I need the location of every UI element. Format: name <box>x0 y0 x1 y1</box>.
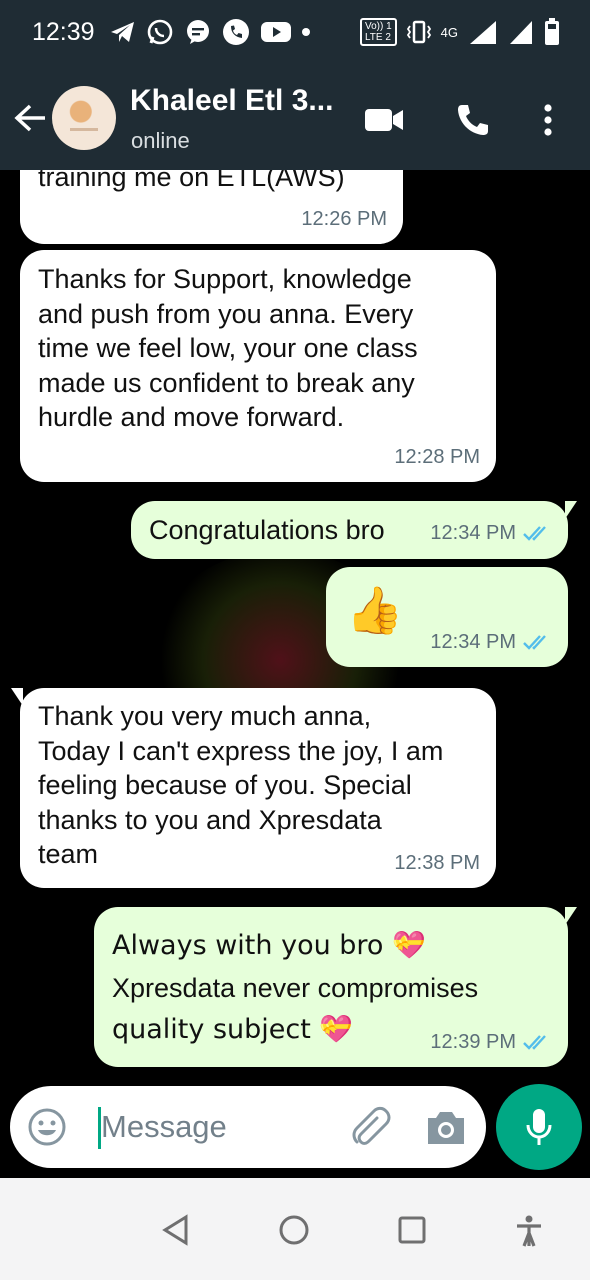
message-bubble-outgoing[interactable]: Always with you bro 💝 Xpresdata never co… <box>94 907 577 1067</box>
back-button[interactable] <box>12 98 48 138</box>
message-bubble-incoming[interactable]: Thank you very much anna, Today I can't … <box>11 688 496 888</box>
message-line: feeling because of you. Special <box>38 770 412 800</box>
message-time: 12:34 PM <box>430 625 552 660</box>
signal-icon-2 <box>510 21 532 44</box>
read-ticks-icon <box>523 1034 546 1050</box>
message-time-label: 12:34 PM <box>430 521 516 544</box>
message-text: 👍 <box>346 583 403 637</box>
more-options-button[interactable] <box>530 98 566 142</box>
dot-icon <box>302 28 310 36</box>
message-composer <box>10 1086 486 1168</box>
telegram-icon <box>111 22 134 42</box>
recents-square-icon <box>398 1216 426 1244</box>
back-triangle-icon <box>162 1214 188 1246</box>
chat-icon <box>187 20 209 44</box>
message-text: Thank you very much anna, Today I can't … <box>38 699 443 872</box>
message-time-label: 12:38 PM <box>394 851 480 874</box>
message-time: 12:34 PM <box>430 516 552 551</box>
vibrate-icon <box>406 20 431 44</box>
phone-call-icon <box>458 105 488 135</box>
system-nav-bar <box>0 1178 590 1280</box>
emoji-button[interactable] <box>27 1107 67 1147</box>
camera-icon <box>428 1112 464 1144</box>
message-line: Thanks for Support, knowledge <box>38 264 412 294</box>
more-vert-icon <box>544 104 552 136</box>
message-time: 12:38 PM <box>394 846 480 881</box>
bubble-tail <box>565 501 577 519</box>
message-bubble-outgoing[interactable]: 👍 12:34 PM <box>326 567 568 667</box>
video-call-icon <box>365 109 403 131</box>
volte-line2: LTE 2 <box>364 32 391 43</box>
bubble-tail <box>11 688 23 706</box>
message-input[interactable] <box>101 1105 321 1149</box>
message-line: made us confident to break any <box>38 367 415 398</box>
thumbs-up-emoji: 👍 <box>346 583 404 637</box>
message-line: thanks to you and Xpresdata <box>38 804 382 835</box>
message-text: Congratulations bro <box>149 513 385 548</box>
volte-icon: Vo)) 1 LTE 2 <box>359 18 397 46</box>
status-time: 12:39 <box>32 18 95 46</box>
accessibility-icon <box>517 1215 541 1247</box>
message-line: Thank you very much anna, <box>38 701 372 731</box>
message-time-label: 12:34 PM <box>430 630 516 653</box>
whatsapp-icon <box>147 19 173 45</box>
message-line: team <box>38 839 99 869</box>
contact-status: online <box>131 128 190 153</box>
message-time-label: 12:26 PM <box>301 207 387 230</box>
signal-icon <box>470 21 496 44</box>
read-ticks-icon <box>523 525 546 541</box>
message-line: Congratulations bro <box>149 515 385 545</box>
nav-back-button[interactable] <box>158 1212 194 1248</box>
message-line: time we feel low, your one class <box>38 333 418 363</box>
volte-line1: Vo)) 1 <box>364 21 392 32</box>
chat-header: Khaleel Etl 3... online <box>0 68 590 170</box>
attach-icon <box>352 1106 391 1145</box>
bubble-tail <box>565 907 577 925</box>
message-line: Always with you bro 💝 <box>112 930 426 961</box>
home-circle-icon <box>279 1215 309 1245</box>
voice-call-button[interactable] <box>452 98 494 142</box>
message-bubble-incoming[interactable]: Thanks for Support, knowledge and push f… <box>20 250 496 482</box>
message-time: 12:28 PM <box>394 440 480 475</box>
message-line: training me on ETL(AWS) <box>38 170 345 192</box>
youtube-icon <box>261 22 291 42</box>
system-icons: Vo)) 1 LTE 2 4G <box>359 18 560 46</box>
message-text: Always with you bro 💝 Xpresdata never co… <box>112 925 478 1051</box>
back-arrow-icon <box>14 104 45 132</box>
emoji-icon <box>28 1108 66 1146</box>
message-time-label: 12:28 PM <box>394 445 480 468</box>
chat-area[interactable]: training me on ETL(AWS) 12:26 PM Thanks … <box>0 170 590 1178</box>
nav-home-button[interactable] <box>276 1212 312 1248</box>
video-call-button[interactable] <box>362 98 406 142</box>
message-time-label: 12:39 PM <box>430 1030 516 1053</box>
message-line: Xpresdata never compromises <box>112 973 479 1003</box>
message-time: 12:26 PM <box>301 202 387 237</box>
nav-recents-button[interactable] <box>394 1212 430 1248</box>
battery-icon <box>545 18 559 45</box>
contact-name[interactable]: Khaleel Etl 3... <box>130 84 333 118</box>
read-ticks-icon <box>523 634 546 650</box>
message-time: 12:39 PM <box>430 1025 552 1060</box>
status-bar: 12:39 Vo)) 1 LTE 2 4G <box>0 0 590 68</box>
message-bubble-incoming[interactable]: training me on ETL(AWS) 12:26 PM <box>20 170 403 244</box>
mic-icon <box>526 1109 552 1145</box>
mic-button[interactable] <box>496 1084 582 1170</box>
attach-button[interactable] <box>348 1105 392 1149</box>
message-bubble-outgoing[interactable]: Congratulations bro 12:34 PM <box>131 501 577 559</box>
camera-button[interactable] <box>424 1108 468 1148</box>
message-line: Today I can't express the joy, I am <box>38 735 444 766</box>
message-line: quality subject 💝 <box>112 1014 354 1045</box>
message-text: training me on ETL(AWS) <box>38 170 345 195</box>
network-type: 4G <box>440 24 458 40</box>
message-text: Thanks for Support, knowledge and push f… <box>38 262 418 435</box>
message-line: hurdle and move forward. <box>38 402 345 432</box>
notification-icons <box>110 18 310 46</box>
message-line: and push from you anna. Every <box>38 298 414 329</box>
avatar[interactable] <box>52 86 116 150</box>
nav-accessibility-button[interactable] <box>511 1212 547 1248</box>
phone-icon <box>223 19 249 45</box>
